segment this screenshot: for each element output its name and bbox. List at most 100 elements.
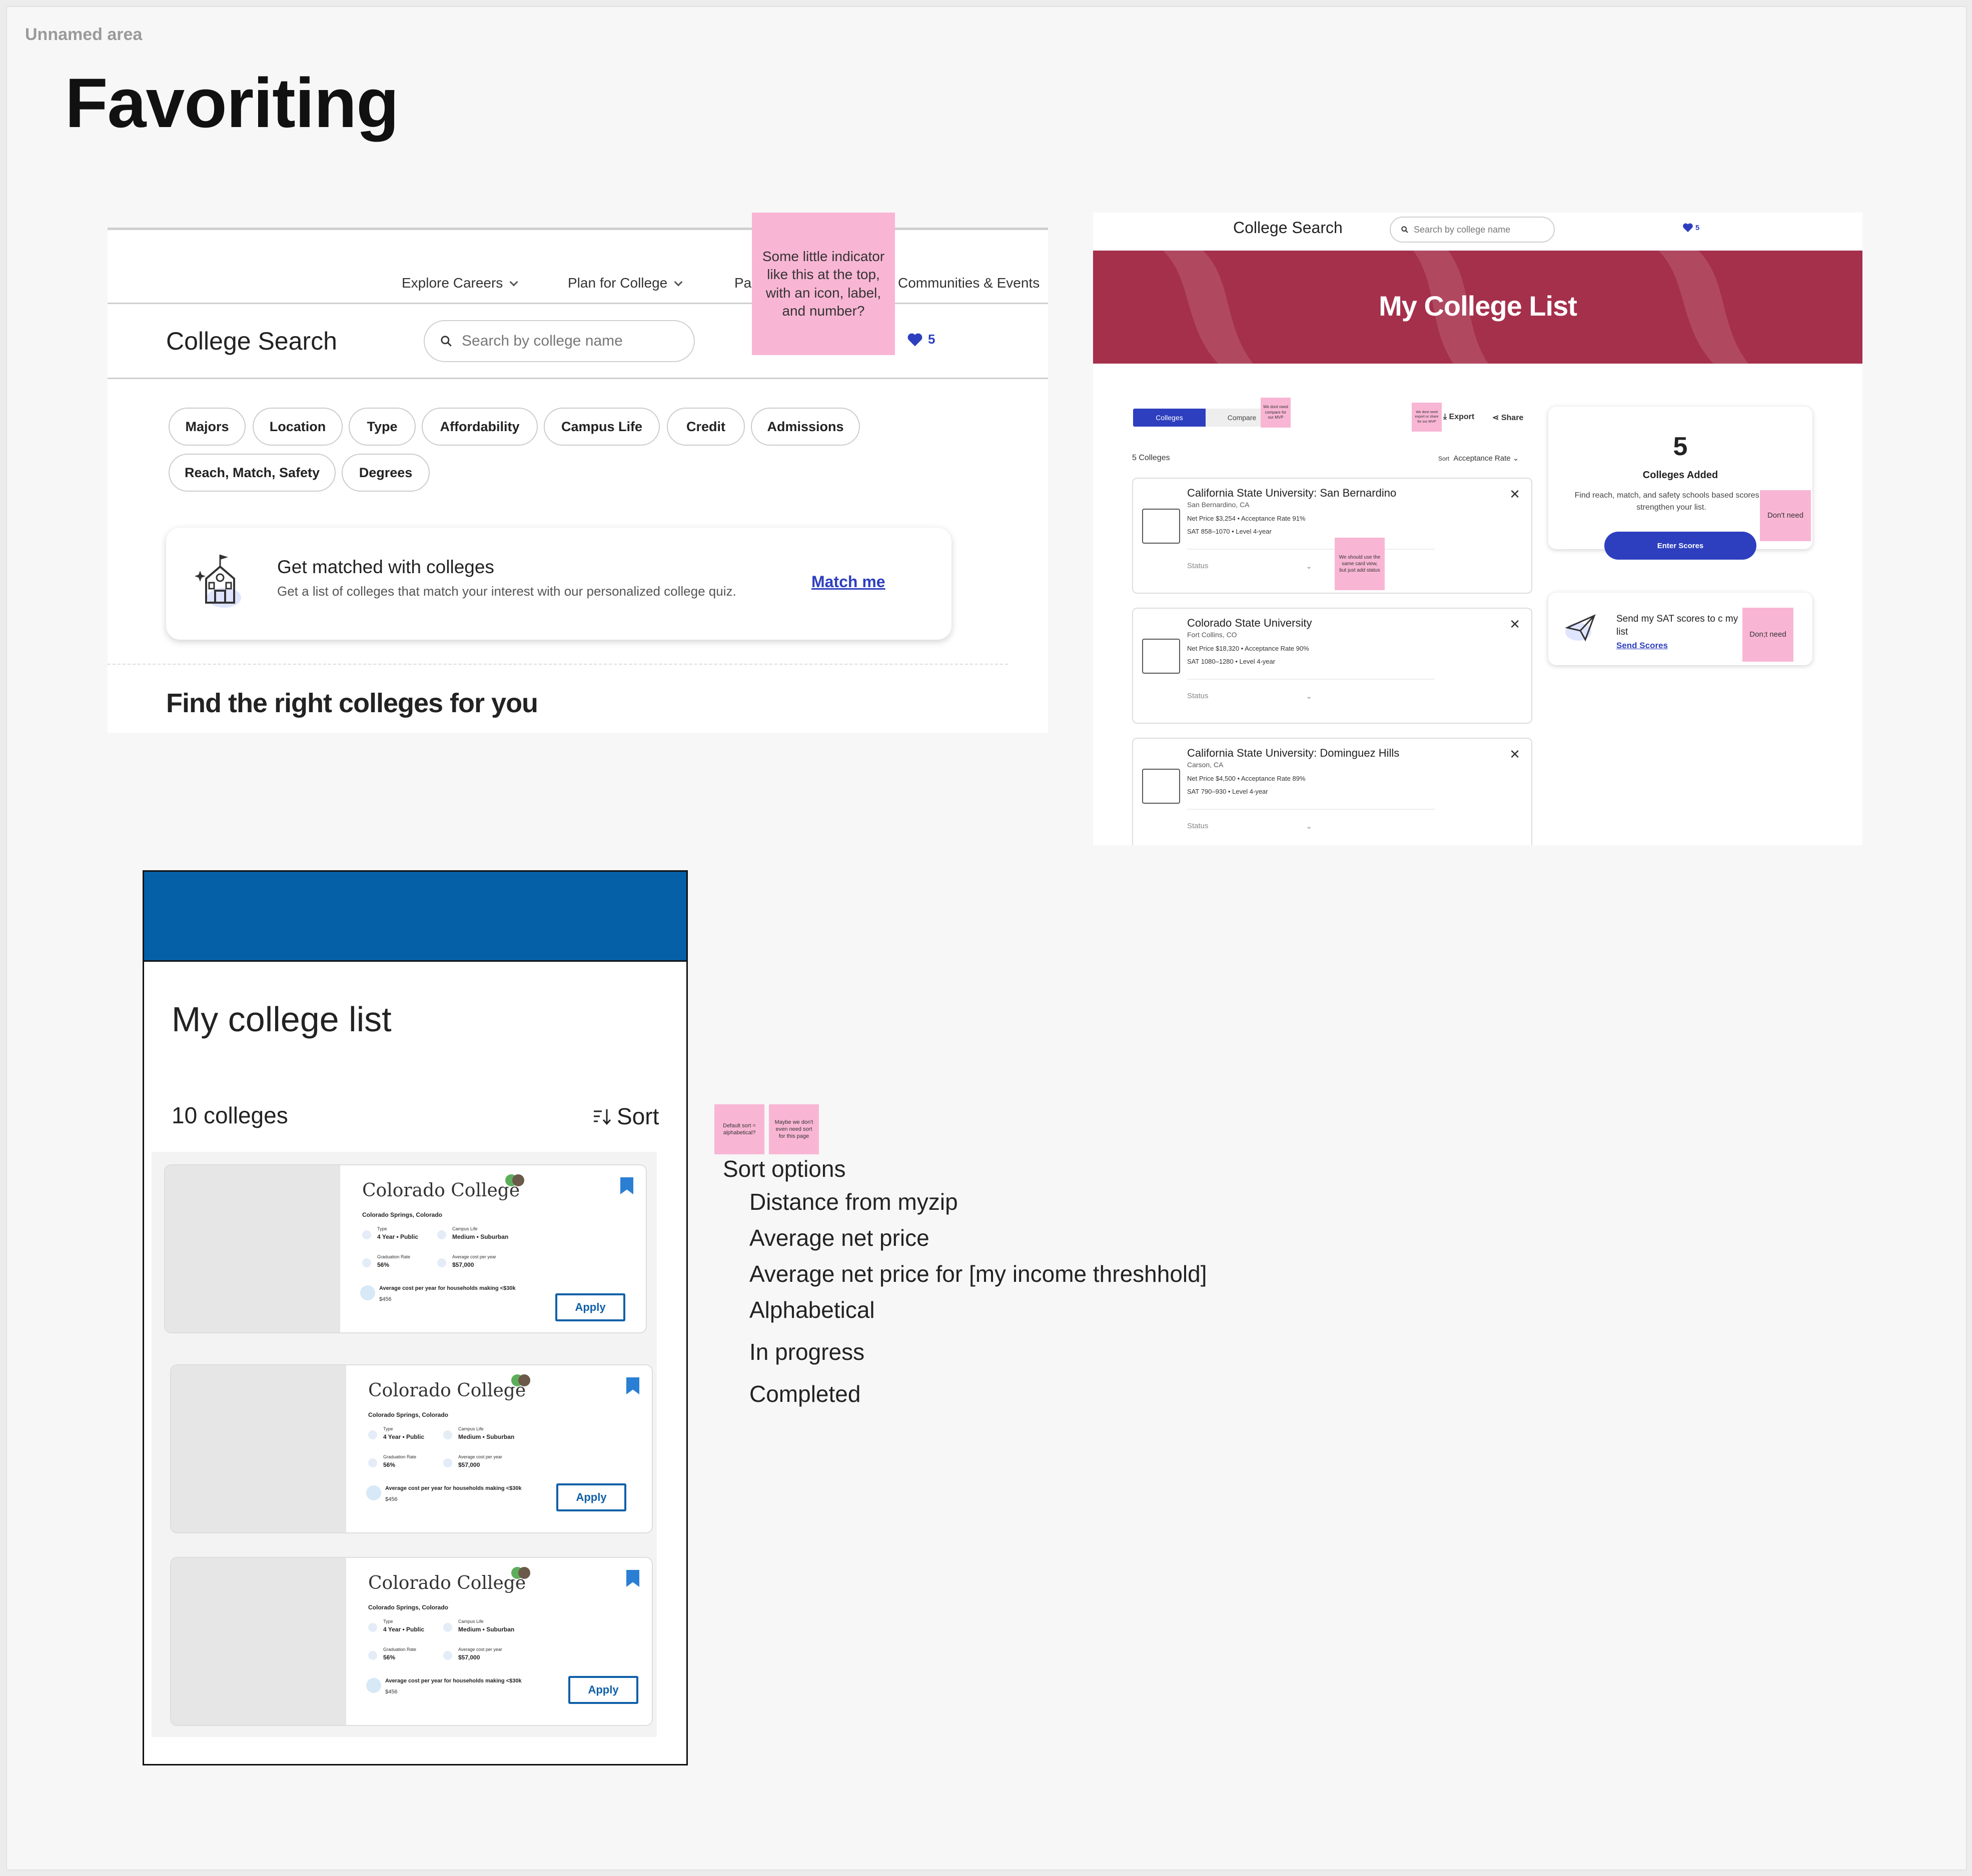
college-image bbox=[165, 1165, 340, 1332]
graduation-icon bbox=[362, 1258, 371, 1267]
filter-credit[interactable]: Credit bbox=[667, 408, 745, 446]
close-icon[interactable]: ✕ bbox=[1509, 487, 1520, 502]
college-stats: Net Price $3,254 • Acceptance Rate 91% bbox=[1187, 515, 1306, 522]
filter-type[interactable]: Type bbox=[349, 408, 416, 446]
nav-communities-events[interactable]: Communities & Events bbox=[898, 275, 1040, 291]
sort-options-heading: Sort options bbox=[723, 1156, 846, 1182]
added-number: 5 bbox=[1673, 432, 1688, 461]
tab-colleges[interactable]: Colleges bbox=[1133, 409, 1206, 427]
college-card[interactable]: California State University: Dominguez H… bbox=[1132, 738, 1532, 845]
share-button[interactable]: ⋖ Share bbox=[1492, 413, 1523, 423]
sticky-note-indicator: Some little indicator like this at the t… bbox=[752, 213, 895, 355]
filter-reach-match-safety[interactable]: Reach, Match, Safety bbox=[169, 454, 336, 492]
school-building-icon bbox=[195, 555, 241, 608]
heart-icon bbox=[1683, 223, 1693, 233]
filter-degrees[interactable]: Degrees bbox=[342, 454, 430, 492]
apply-button[interactable]: Apply bbox=[568, 1676, 638, 1704]
match-card: Get matched with colleges Get a list of … bbox=[166, 528, 951, 640]
sort-option: Alphabetical bbox=[749, 1297, 875, 1323]
sticky-note-default-sort: Default sort = alphabetical? bbox=[714, 1104, 764, 1154]
close-icon[interactable]: ✕ bbox=[1509, 747, 1520, 762]
search-input[interactable]: Search by college name bbox=[424, 320, 695, 362]
header-title: College Search bbox=[1233, 219, 1343, 237]
status-dropdown[interactable]: Status ⌄ bbox=[1187, 562, 1312, 571]
sort-option: Average net price for [my income threshh… bbox=[749, 1261, 1207, 1287]
household-value: $456 bbox=[385, 1689, 398, 1695]
close-icon[interactable]: ✕ bbox=[1509, 617, 1520, 632]
sort-button[interactable]: Sort bbox=[592, 1103, 659, 1130]
chevron-down-icon bbox=[674, 278, 683, 287]
nav-plan-for-college[interactable]: Plan for College bbox=[568, 275, 683, 291]
export-button[interactable]: ⤓ Export bbox=[1443, 413, 1474, 422]
college-location: Colorado Springs, Colorado bbox=[368, 1411, 449, 1418]
filter-admissions[interactable]: Admissions bbox=[751, 408, 860, 446]
college-card[interactable]: Colorado College Colorado Springs, Color… bbox=[164, 1164, 647, 1333]
enter-scores-button[interactable]: Enter Scores bbox=[1604, 532, 1756, 560]
sort-option: Distance from myzip bbox=[749, 1189, 958, 1215]
household-value: $456 bbox=[379, 1296, 392, 1302]
college-name: California State University: Dominguez H… bbox=[1187, 747, 1400, 759]
section-divider bbox=[108, 664, 1008, 665]
card-divider bbox=[1187, 679, 1435, 680]
college-image bbox=[171, 1365, 346, 1532]
colleges-count: 10 colleges bbox=[172, 1102, 288, 1128]
household-icon bbox=[366, 1678, 381, 1693]
send-scores-link[interactable]: Send Scores bbox=[1616, 641, 1668, 651]
cost-value: $57,000 bbox=[458, 1461, 480, 1468]
campus-value: Medium • Suburban bbox=[452, 1233, 509, 1240]
college-card[interactable]: Colorado College Colorado Springs, Color… bbox=[170, 1364, 653, 1533]
match-description: Get a list of colleges that match your i… bbox=[277, 584, 736, 599]
college-card[interactable]: Colorado State University Fort Collins, … bbox=[1132, 608, 1532, 724]
sticky-note-no-sort: Maybe we don't even need sort for this p… bbox=[769, 1104, 819, 1154]
college-logo bbox=[1142, 769, 1180, 804]
household-icon bbox=[366, 1485, 381, 1500]
sticky-note-dont-need-2: Don;t need bbox=[1742, 608, 1793, 662]
campus-icon bbox=[443, 1623, 452, 1632]
filter-location[interactable]: Location bbox=[253, 408, 343, 446]
college-card[interactable]: Colorado College Colorado Springs, Color… bbox=[170, 1557, 653, 1726]
avatar bbox=[518, 1374, 530, 1386]
college-sat: SAT 858–1070 • Level 4-year bbox=[1187, 528, 1272, 535]
nav-pa[interactable]: Pa bbox=[734, 275, 751, 291]
sort-dropdown[interactable]: Sort Acceptance Rate ⌄ bbox=[1438, 454, 1519, 463]
cost-value: $57,000 bbox=[452, 1261, 474, 1268]
status-dropdown[interactable]: Status ⌄ bbox=[1187, 692, 1312, 701]
match-me-link[interactable]: Match me bbox=[811, 573, 885, 591]
college-name: Colorado College bbox=[368, 1380, 526, 1401]
sticky-note-compare: We dont need compare for our MVP bbox=[1261, 398, 1291, 428]
filter-majors[interactable]: Majors bbox=[169, 408, 246, 446]
cost-label: Average cost per year bbox=[458, 1647, 502, 1652]
college-location: Colorado Springs, Colorado bbox=[362, 1211, 443, 1218]
mobile-header bbox=[144, 872, 686, 962]
status-dropdown[interactable]: Status ⌄ bbox=[1187, 822, 1312, 831]
campus-icon bbox=[443, 1430, 452, 1439]
bookmark-icon[interactable] bbox=[626, 1377, 639, 1394]
nav-explore-careers[interactable]: Explore Careers bbox=[402, 275, 518, 291]
search-input[interactable]: Search by college name bbox=[1390, 217, 1555, 243]
bookmark-icon[interactable] bbox=[620, 1177, 633, 1194]
campus-icon bbox=[437, 1230, 446, 1239]
sort-option: Completed bbox=[749, 1381, 861, 1407]
college-location: Colorado Springs, Colorado bbox=[368, 1604, 449, 1611]
search-icon bbox=[1401, 226, 1408, 233]
apply-button[interactable]: Apply bbox=[556, 1483, 626, 1511]
favorites-indicator[interactable]: 5 bbox=[907, 332, 935, 347]
list-banner: My College List bbox=[1093, 251, 1862, 364]
board-title: Favoriting bbox=[65, 64, 399, 142]
cost-icon bbox=[437, 1258, 446, 1267]
added-description: Find reach, match, and safety schools ba… bbox=[1574, 491, 1768, 512]
filter-affordability[interactable]: Affordability bbox=[422, 408, 538, 446]
apply-button[interactable]: Apply bbox=[555, 1293, 625, 1321]
college-image bbox=[171, 1558, 346, 1725]
household-label: Average cost per year for households mak… bbox=[385, 1485, 522, 1491]
type-icon bbox=[362, 1230, 371, 1239]
bookmark-icon[interactable] bbox=[626, 1570, 639, 1587]
filter-campus-life[interactable]: Campus Life bbox=[544, 408, 660, 446]
favorites-indicator[interactable]: 5 bbox=[1682, 223, 1699, 233]
list-title: My college list bbox=[172, 1000, 392, 1039]
college-card[interactable]: California State University: San Bernard… bbox=[1132, 478, 1532, 594]
college-stats: Net Price $4,500 • Acceptance Rate 89% bbox=[1187, 775, 1306, 782]
household-value: $456 bbox=[385, 1496, 398, 1502]
graduation-icon bbox=[368, 1651, 377, 1660]
search-placeholder: Search by college name bbox=[462, 333, 623, 349]
